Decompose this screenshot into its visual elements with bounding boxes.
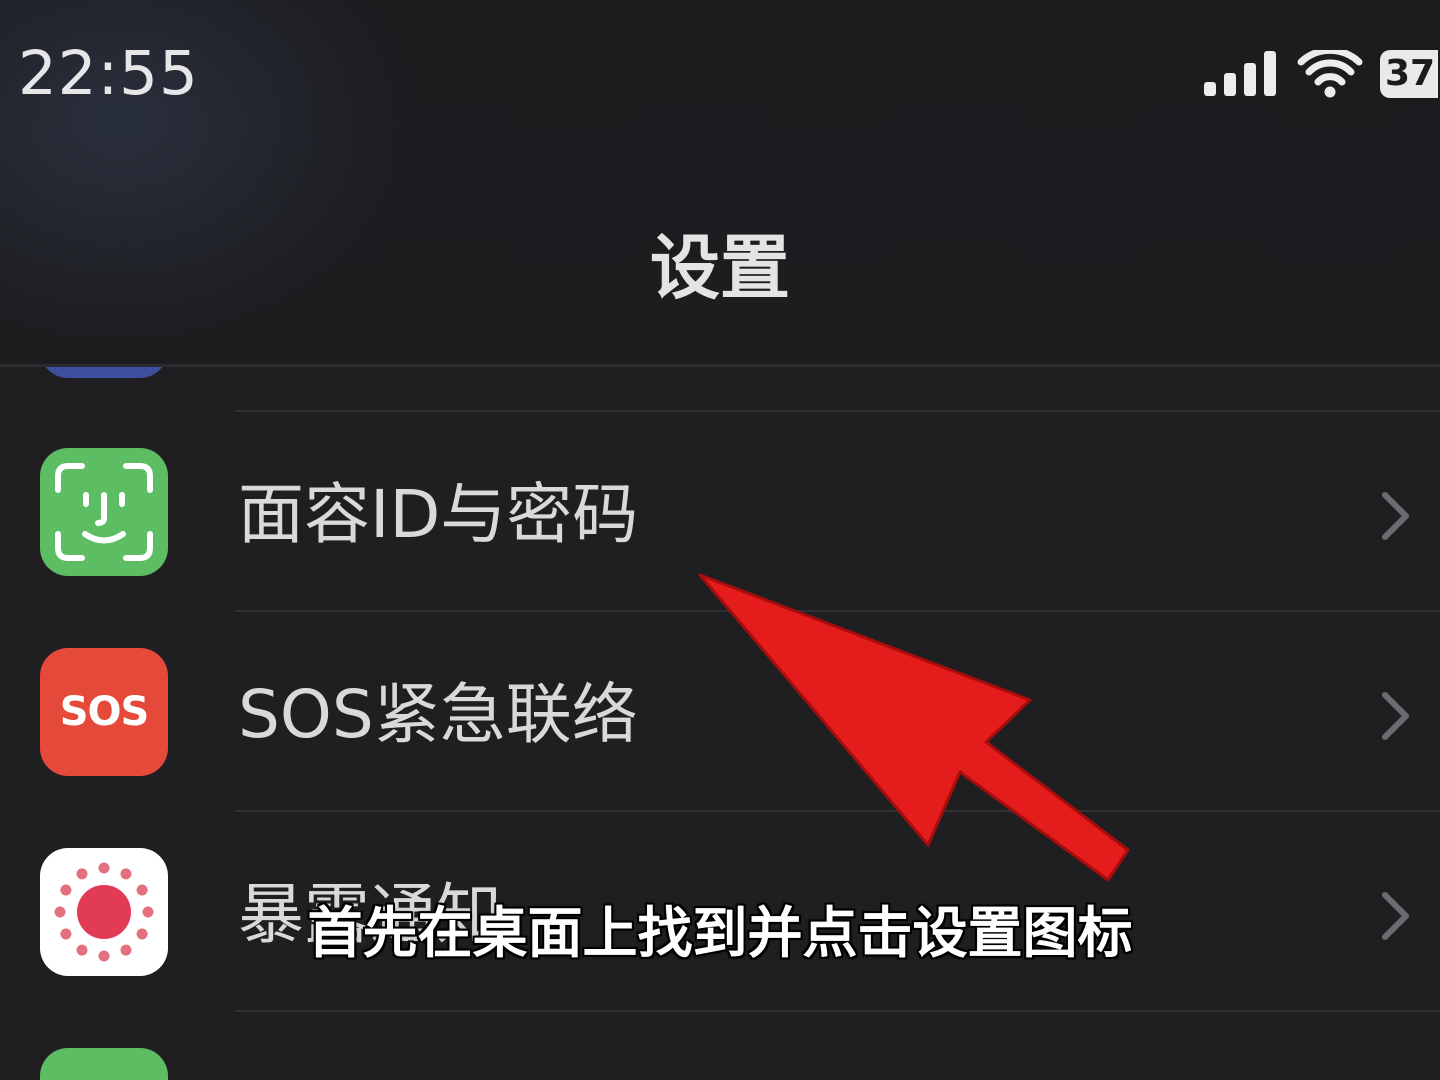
sos-icon: SOS [40, 648, 168, 776]
row-separator [235, 1010, 1440, 1012]
chevron-right-icon [1382, 692, 1409, 740]
battery-level: 37 [1385, 53, 1436, 94]
navigation-header: 22:55 37 设置 [0, 0, 1440, 367]
chevron-right-icon [1382, 492, 1409, 540]
wifi-icon [1297, 50, 1363, 98]
row-separator [235, 610, 1440, 612]
settings-row-emergency-sos[interactable]: SOS SOS紧急联络 [0, 610, 1440, 810]
sos-icon-text: SOS [59, 689, 150, 735]
settings-row-face-id[interactable]: 面容ID与密码 [0, 410, 1440, 610]
video-caption: 首先在桌面上找到并点击设置图标 [307, 901, 1133, 965]
page-title: 设置 [650, 227, 790, 309]
row-separator [235, 810, 1440, 812]
settings-row-partial[interactable] [0, 1010, 1440, 1080]
cellular-signal-icon [1204, 51, 1276, 96]
settings-screen: 22:55 37 设置 面容ID与密码 SOS SOS紧急联络 暴露通知 首先在… [0, 0, 1440, 1080]
row-label: 面容ID与密码 [238, 476, 639, 553]
battery-icon: 37 [1380, 50, 1438, 98]
row-separator [235, 410, 1440, 412]
face-id-icon [40, 448, 168, 576]
app-icon [40, 1048, 168, 1080]
status-time: 22:55 [18, 38, 199, 109]
row-label: SOS紧急联络 [238, 676, 638, 753]
